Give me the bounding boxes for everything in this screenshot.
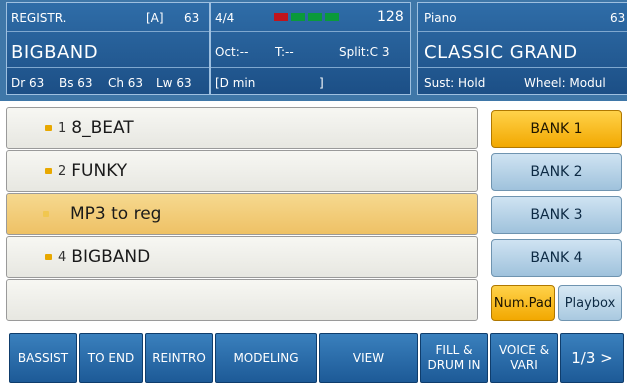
beat-led [291,13,305,21]
page-next-button[interactable]: 1/3 > [560,333,624,383]
button-label: DRUM IN [427,358,481,372]
button-label: VARI [510,358,538,372]
bank-3-button[interactable]: BANK 3 [491,196,622,234]
to-end-button[interactable]: TO END [79,333,143,383]
chord-value: [D min [215,76,256,90]
divider [211,67,410,68]
voice-name: CLASSIC GRAND [424,42,578,63]
beat-led [325,13,339,21]
header-bar: REGISTR. [A] 63 BIGBAND Dr 63 Bs 63 Ch 6… [0,0,627,101]
divider [211,31,410,32]
item-name: 8_BEAT [71,118,134,138]
part-bass: Bs 63 [59,76,93,90]
tempo-value[interactable]: 128 [377,9,404,25]
split-value: Split:C 3 [339,45,390,59]
button-label: VIEW [352,350,385,365]
voice-panel[interactable]: Piano 63 CLASSIC GRAND Sust: Hold Wheel:… [417,2,627,95]
list-item[interactable]: 4 BIGBAND [6,236,478,278]
registration-label: REGISTR. [11,11,67,25]
voice-family: Piano [424,11,457,25]
octave-value: Oct:-- [215,45,249,59]
registration-bank: [A] [146,11,164,25]
button-label: MODELING [233,350,299,365]
folder-icon [43,211,49,217]
registration-list: 1 8_BEAT 2 FUNKY MP3 to reg 4 BIGBAND [6,101,484,321]
registration-name: BIGBAND [11,42,99,63]
time-signature: 4/4 [215,11,235,25]
chord-bracket: ] [319,76,324,90]
button-label: VOICE & [498,343,550,357]
sustain-value: Sust: Hold [424,76,486,90]
fill-drum-in-button[interactable]: FILL & DRUM IN [420,333,488,383]
item-name: FUNKY [71,161,128,181]
registration-number: 63 [184,11,200,25]
item-number: 2 [58,163,67,179]
item-number: 4 [58,249,67,265]
bank-2-button[interactable]: BANK 2 [491,153,622,191]
list-item-empty[interactable] [6,279,478,321]
list-item-selected[interactable]: MP3 to reg [6,193,478,235]
beat-meter [274,13,339,21]
bassist-button[interactable]: BASSIST [9,333,77,383]
view-button[interactable]: VIEW [319,333,418,383]
folder-icon [45,254,52,260]
list-item[interactable]: 2 FUNKY [6,150,478,192]
beat-led [274,13,288,21]
voice-number: 63 [610,11,626,25]
part-lower: Lw 63 [156,76,192,90]
button-label: FILL & [435,343,473,357]
numpad-button[interactable]: Num.Pad [491,285,555,321]
item-number: 1 [58,120,67,136]
button-label: 1/3 > [571,348,613,367]
button-label: BASSIST [17,350,69,365]
folder-icon [45,125,52,131]
divider [7,67,209,68]
divider [7,31,209,32]
function-button-bar: BASSIST TO END REINTRO MODELING VIEW FIL… [0,325,627,389]
button-label: TO END [87,350,135,365]
button-label: REINTRO [152,350,206,365]
modeling-button[interactable]: MODELING [215,333,317,383]
bank-4-button[interactable]: BANK 4 [491,239,622,277]
wheel-value: Wheel: Modul [524,76,606,90]
list-item[interactable]: 1 8_BEAT [6,107,478,149]
registration-panel[interactable]: REGISTR. [A] 63 BIGBAND Dr 63 Bs 63 Ch 6… [6,2,210,95]
divider [418,31,627,32]
folder-icon [45,168,52,174]
transpose-value: T:-- [275,45,294,59]
bank-1-button[interactable]: BANK 1 [491,110,622,148]
part-drum: Dr 63 [11,76,45,90]
status-panel: 4/4 128 Oct:-- T:-- Split:C 3 [D min ] [210,2,411,95]
item-name: BIGBAND [71,247,151,267]
item-name: MP3 to reg [70,204,162,224]
divider [418,67,627,68]
part-chord: Ch 63 [108,76,144,90]
beat-led [308,13,322,21]
voice-vari-button[interactable]: VOICE & VARI [490,333,558,383]
playbox-button[interactable]: Playbox [558,285,622,321]
reintro-button[interactable]: REINTRO [145,333,213,383]
